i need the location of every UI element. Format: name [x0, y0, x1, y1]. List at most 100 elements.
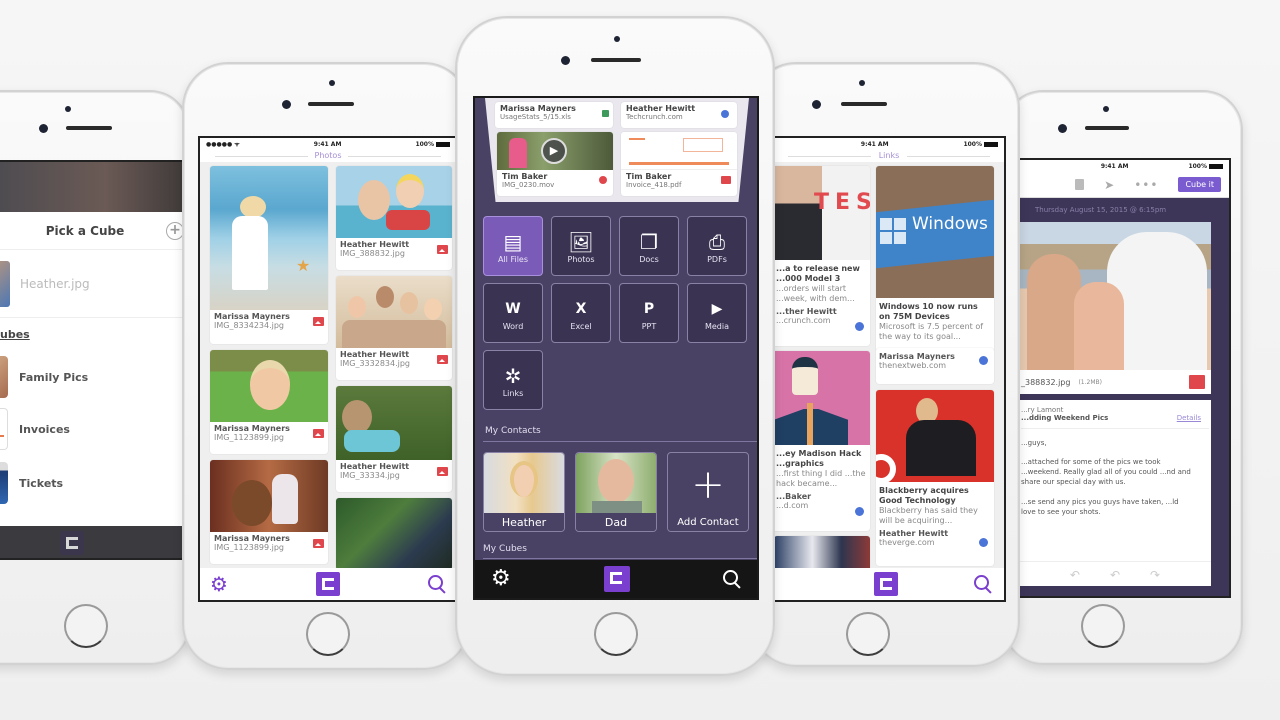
link-desc: Microsoft is 7.5 percent of the way to i… — [879, 322, 984, 341]
link-card[interactable]: ...ey Madison Hack ...graphics ...first … — [774, 351, 870, 531]
category-excel[interactable]: X Excel — [551, 283, 611, 343]
image-badge-icon — [1189, 375, 1205, 389]
recent-filename: Techcrunch.com — [626, 113, 683, 121]
photo-card[interactable] — [336, 498, 452, 570]
details-link[interactable]: Details — [1177, 414, 1201, 422]
search-icon[interactable] — [722, 570, 741, 588]
phone-speaker — [1085, 126, 1129, 130]
add-contact-button[interactable]: + Add Contact — [667, 452, 749, 532]
screen: 9:41 AM 100% ➤ ••• Cube it Thursday Augu… — [1019, 158, 1231, 598]
contact-heather[interactable]: Heather — [483, 452, 565, 532]
photo-thumbnail — [210, 460, 328, 532]
gear-icon[interactable]: ⚙ — [210, 574, 228, 594]
video-thumbnail: ▶ — [497, 132, 613, 170]
link-card[interactable]: TES ...a to release new ...000 Model 3 .… — [774, 166, 870, 346]
cube-logo-icon[interactable] — [60, 531, 84, 555]
signal-icon: ●●●●● ᯤ — [206, 141, 240, 148]
more-icon[interactable]: ••• — [1134, 178, 1158, 192]
link-card[interactable]: Windows Windows 10 now runs on 75M Devic… — [876, 166, 994, 352]
section-title: Links — [774, 150, 1004, 162]
excel-icon: X — [575, 301, 587, 317]
link-thumbnail: TES — [774, 166, 870, 260]
recent-owner: Tim Baker — [626, 172, 672, 181]
status-time: 9:41 AM — [860, 140, 889, 148]
photo-card[interactable]: Heather Hewitt IMG_388832.jpg — [336, 166, 452, 270]
tab-bar: ⚙ — [475, 560, 757, 598]
category-pdfs[interactable]: ⎙ PDFs — [687, 216, 747, 276]
home-button[interactable] — [306, 612, 350, 656]
pdf-badge-icon — [721, 176, 731, 184]
cube-item-tickets[interactable]: Tickets — [0, 455, 186, 511]
screen: 9:41 AM 100% Links TES ...a to release n… — [774, 136, 1006, 602]
recent-file-card[interactable]: Heather Hewitt Techcrunch.com — [621, 102, 737, 128]
photo-card[interactable]: Marissa Mayners IMG_1123899.jpg — [210, 460, 328, 564]
cube-thumbnail — [0, 462, 8, 504]
category-word[interactable]: W Word — [483, 283, 543, 343]
category-photos[interactable]: 🖼 Photos — [551, 216, 611, 276]
contact-dad[interactable]: Dad — [575, 452, 657, 532]
link-card[interactable]: Blackberry acquires Good Technology Blac… — [876, 390, 994, 566]
search-icon[interactable] — [428, 575, 446, 593]
recent-file-card[interactable]: ▶ Tim Baker IMG_0230.mov — [497, 132, 613, 196]
reply-all-icon[interactable]: ↶ — [1070, 568, 1080, 582]
photo-owner: Heather Hewitt — [340, 462, 410, 471]
cube-logo-icon[interactable] — [603, 566, 630, 592]
divider — [483, 441, 757, 442]
send-icon[interactable]: ➤ — [1104, 178, 1114, 192]
selected-file-row[interactable]: Heather.jpg — [0, 250, 186, 318]
photo-filename: IMG_8334234.jpg — [214, 321, 285, 330]
recent-file-card[interactable]: Tim Baker Invoice_418.pdf — [621, 132, 737, 196]
cube-item-invoices[interactable]: Invoices — [0, 403, 186, 455]
cube-logo-icon[interactable] — [874, 572, 898, 596]
category-links[interactable]: ✲ Links — [483, 350, 543, 410]
phone-photos: ●●●●● ᯤ 9:41 AM 100% Photos ★ Marissa Ma… — [182, 62, 470, 670]
pick-cube-header: Pick a Cube + — [0, 212, 186, 250]
email-toolbar: ➤ ••• Cube it — [1019, 172, 1229, 198]
category-ppt[interactable]: P PPT — [619, 283, 679, 343]
photo-thumbnail: ★ — [210, 166, 328, 310]
globe-icon — [979, 356, 988, 365]
image-badge-icon — [313, 539, 324, 548]
category-label: All Files — [497, 255, 528, 264]
pdf-thumbnail — [621, 132, 737, 170]
photo-card[interactable]: ★ Marissa Mayners IMG_8334234.jpg — [210, 166, 328, 344]
cube-thumbnail — [0, 408, 8, 450]
contact-name: Heather — [484, 513, 564, 531]
photo-card[interactable]: Heather Hewitt IMG_33334.jpg — [336, 386, 452, 492]
plus-icon: + — [691, 462, 725, 508]
gear-icon[interactable]: ⚙ — [491, 568, 511, 590]
recent-file-card[interactable]: Marissa Mayners UsageStats_5/15.xls — [495, 102, 613, 128]
home-button[interactable] — [594, 612, 638, 656]
cube-it-button[interactable]: Cube it — [1178, 177, 1221, 192]
email-actions: ↶ ↶ ↷ — [1019, 561, 1211, 582]
link-card[interactable] — [774, 536, 870, 572]
category-label: Excel — [570, 322, 592, 331]
marketing-stage: Pick a Cube + Heather.jpg My Cubes Famil… — [0, 0, 1280, 720]
home-button[interactable] — [64, 604, 108, 648]
my-contacts-label: My Contacts — [485, 426, 541, 436]
search-icon[interactable] — [974, 575, 992, 593]
trash-icon[interactable] — [1075, 179, 1085, 190]
photo-filename: IMG_388832.jpg — [340, 249, 405, 258]
reply-icon[interactable]: ↶ — [1110, 568, 1120, 582]
forward-icon[interactable]: ↷ — [1150, 568, 1160, 582]
recent-owner: Marissa Mayners — [500, 104, 576, 113]
attachment-card[interactable]: _388832.jpg (1.2MB) — [1019, 222, 1211, 394]
cube-logo-icon[interactable] — [315, 572, 340, 596]
home-button[interactable] — [1081, 604, 1125, 648]
recent-filename: IMG_0230.mov — [502, 181, 555, 189]
divider — [483, 558, 757, 559]
category-all-files[interactable]: ▤ All Files — [483, 216, 543, 276]
link-card-footer[interactable]: Marissa Mayners thenextweb.com — [876, 348, 994, 384]
photo-card[interactable]: Heather Hewitt IMG_3332834.jpg — [336, 276, 452, 380]
photo-card[interactable]: Marissa Mayners IMG_1123899.jpg — [210, 350, 328, 454]
email-body-paragraph: ...attached for some of the pics we took… — [1021, 458, 1191, 486]
category-docs[interactable]: ❐ Docs — [619, 216, 679, 276]
photo-owner: Marissa Mayners — [214, 534, 290, 543]
play-icon[interactable]: ▶ — [541, 138, 567, 164]
tesla-logo-text: TES — [814, 190, 870, 215]
home-button[interactable] — [846, 612, 890, 656]
category-media[interactable]: ▶ Media — [687, 283, 747, 343]
link-author: Heather Hewitt — [879, 529, 949, 538]
cube-item-family-pics[interactable]: Family Pics — [0, 351, 186, 403]
